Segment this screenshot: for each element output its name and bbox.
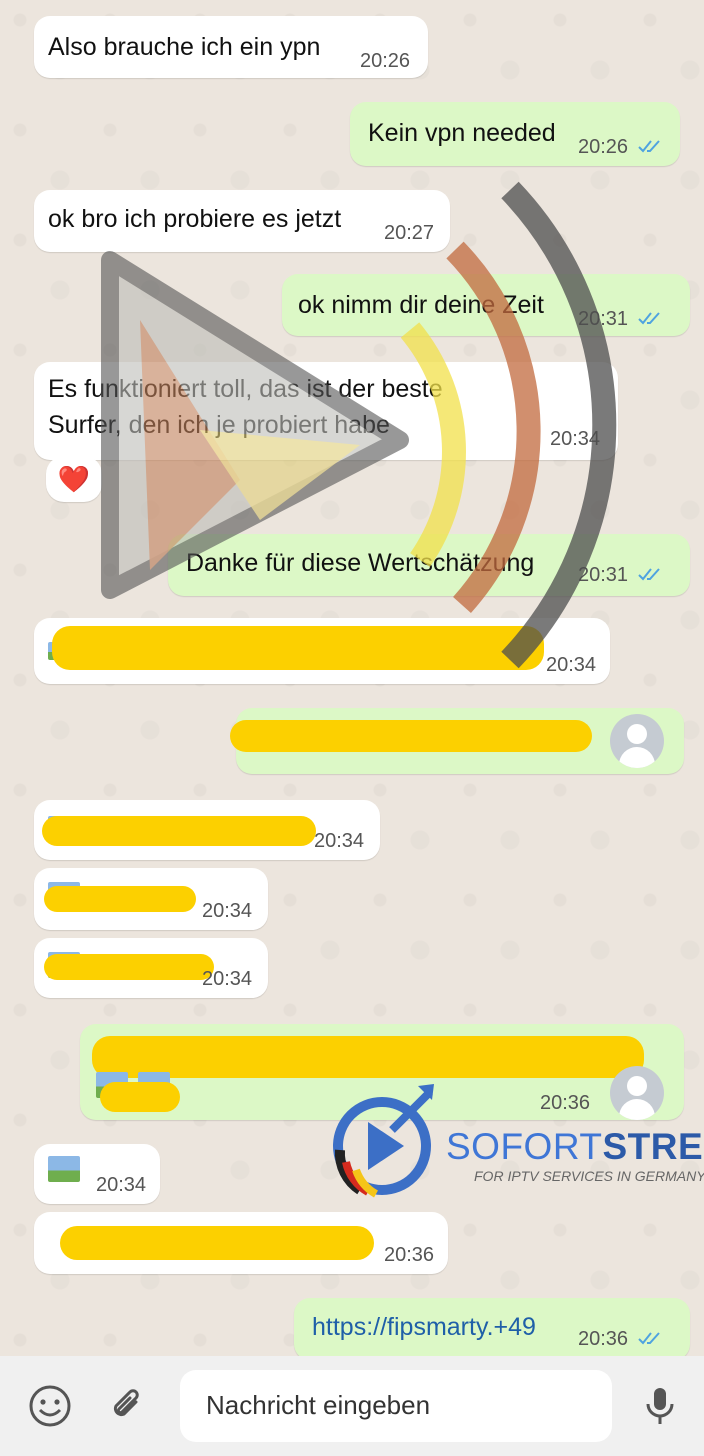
message-input[interactable]: Nachricht eingeben bbox=[180, 1370, 612, 1442]
message-time: 20:34 bbox=[314, 830, 365, 852]
message-time: 20:34 bbox=[202, 968, 253, 990]
message-bubble-redacted[interactable]: 20:34 bbox=[34, 618, 610, 684]
brand-tagline: FOR IPTV SERVICES IN GERMANY bbox=[474, 1168, 704, 1184]
message-bubble-redacted[interactable]: 20:36 bbox=[34, 1212, 448, 1274]
message-time: 20:34 bbox=[96, 1174, 147, 1196]
redaction-mark bbox=[92, 1036, 644, 1078]
message-time: 20:31 bbox=[578, 308, 629, 330]
microphone-icon[interactable] bbox=[634, 1380, 686, 1432]
redaction-mark bbox=[44, 954, 214, 980]
read-ticks-icon bbox=[638, 140, 660, 153]
message-time: 20:36 bbox=[540, 1092, 591, 1114]
contact-avatar-icon bbox=[610, 714, 664, 768]
message-bubble-incoming[interactable]: ok bro ich probiere es jetzt 20:27 bbox=[34, 190, 450, 252]
redaction-mark bbox=[100, 1082, 180, 1112]
message-time: 20:27 bbox=[384, 222, 435, 244]
message-link[interactable]: https://fipsmarty.+49 bbox=[312, 1308, 536, 1346]
redaction-mark bbox=[60, 1226, 374, 1260]
contact-avatar-icon bbox=[610, 1066, 664, 1120]
read-ticks-icon bbox=[638, 312, 660, 325]
redaction-mark bbox=[44, 886, 196, 912]
message-bubble-redacted[interactable]: 20:34 bbox=[34, 868, 268, 930]
message-time: 20:26 bbox=[360, 50, 411, 72]
message-text: ok bro ich probiere es jetzt bbox=[48, 205, 342, 233]
message-bubble-outgoing[interactable]: ok nimm dir deine Zeit 20:31 bbox=[282, 274, 690, 336]
message-text: ok nimm dir deine Zeit bbox=[298, 291, 544, 319]
message-bubble-incoming[interactable]: Also brauche ich ein ypn 20:26 bbox=[34, 16, 428, 78]
message-bubble-redacted[interactable]: 20:36 bbox=[80, 1024, 684, 1120]
redaction-mark bbox=[52, 626, 544, 670]
message-time: 20:36 bbox=[578, 1328, 629, 1350]
message-bubble-redacted[interactable] bbox=[230, 708, 684, 774]
message-text: Also brauche ich ein ypn bbox=[48, 33, 321, 61]
reaction-heart[interactable]: ❤️ bbox=[46, 456, 102, 502]
message-time: 20:26 bbox=[578, 136, 629, 158]
message-time: 20:31 bbox=[578, 564, 629, 586]
read-ticks-icon bbox=[638, 568, 660, 581]
message-time: 20:36 bbox=[384, 1244, 435, 1266]
message-bubble-outgoing[interactable]: Kein vpn needed 20:26 bbox=[350, 102, 680, 166]
message-time: 20:34 bbox=[550, 428, 601, 450]
emoji-icon[interactable] bbox=[24, 1380, 76, 1432]
paperclip-icon[interactable] bbox=[100, 1380, 152, 1432]
message-bubble-incoming[interactable]: Es funktioniert toll, das ist der beste … bbox=[34, 362, 618, 460]
chat-area[interactable]: Also brauche ich ein ypn 20:26 Kein vpn … bbox=[0, 0, 704, 1356]
message-bubble-image[interactable]: 20:34 bbox=[34, 1144, 160, 1204]
message-input-placeholder: Nachricht eingeben bbox=[206, 1390, 431, 1420]
message-input-bar: Nachricht eingeben bbox=[0, 1356, 704, 1456]
heart-icon: ❤️ bbox=[57, 463, 91, 494]
message-text: Kein vpn needed bbox=[368, 119, 556, 147]
message-bubble-outgoing[interactable]: https://fipsmarty.+49 20:36 bbox=[294, 1298, 690, 1356]
image-thumbnail-icon bbox=[48, 1156, 80, 1182]
brand-name: SOFORTSTREAM bbox=[446, 1126, 704, 1167]
message-bubble-redacted[interactable]: 20:34 bbox=[34, 938, 268, 998]
message-text-line2: Surfer, den ich je probiert habe bbox=[48, 411, 390, 439]
message-bubble-redacted[interactable]: 20:34 bbox=[34, 800, 380, 860]
message-bubble-outgoing[interactable]: Danke für diese Wertschätzung 20:31 bbox=[168, 534, 690, 596]
message-text-line1: Es funktioniert toll, das ist der beste bbox=[48, 375, 443, 403]
message-time: 20:34 bbox=[546, 654, 597, 676]
read-ticks-icon bbox=[638, 1332, 660, 1345]
redaction-mark bbox=[230, 720, 592, 752]
message-time: 20:34 bbox=[202, 900, 253, 922]
message-text: Danke für diese Wertschätzung bbox=[186, 549, 535, 577]
redaction-mark bbox=[42, 816, 316, 846]
